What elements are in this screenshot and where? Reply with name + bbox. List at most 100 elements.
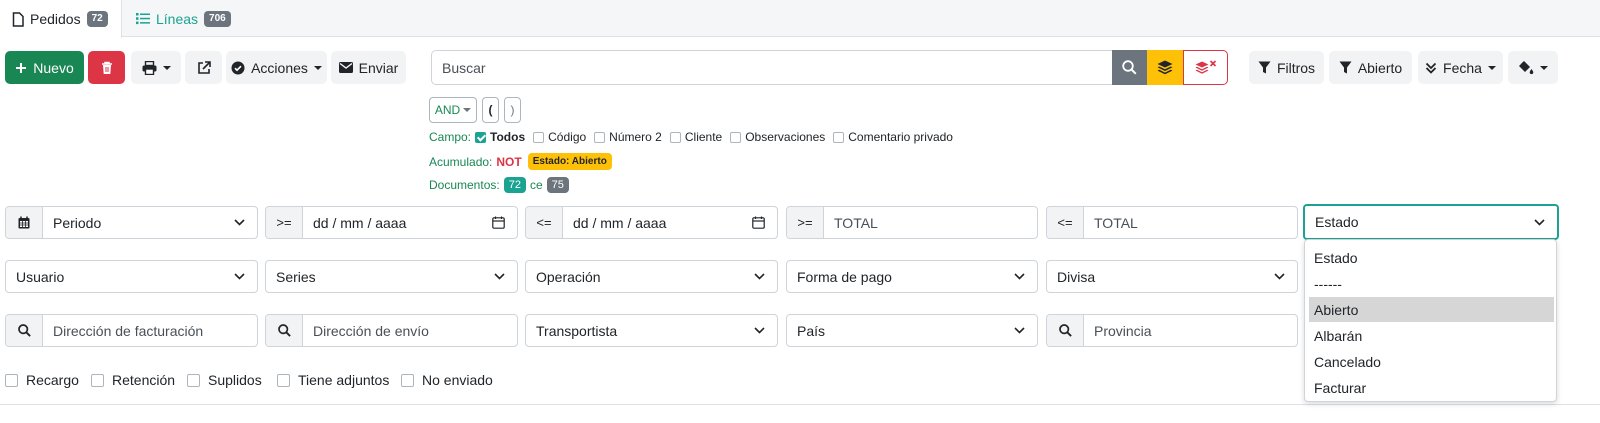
country-select[interactable]: País — [786, 314, 1038, 347]
lte-symbol: <= — [526, 207, 563, 238]
tab-pedidos[interactable]: Pedidos 72 — [0, 0, 122, 38]
filters-button-label: Filtros — [1276, 59, 1316, 76]
tab-lineas[interactable]: Líneas 706 — [124, 0, 243, 37]
status-option-separator: ------ — [1314, 275, 1342, 292]
checkbox-tiene-adjuntos[interactable]: Tiene adjuntos — [277, 372, 389, 388]
close-paren-button[interactable]: ) — [504, 97, 521, 123]
carrier-select[interactable]: Transportista — [525, 314, 778, 347]
field-option-label: Observaciones — [745, 130, 826, 144]
status-option-abierto[interactable]: Abierto — [1309, 297, 1554, 322]
field-checkbox-cliente[interactable] — [669, 131, 681, 143]
total-to-field[interactable]: <= TOTAL — [1046, 206, 1298, 239]
date-to-field[interactable]: <= dd / mm / aaaa — [525, 206, 778, 239]
field-checkbox-observaciones[interactable] — [730, 131, 742, 143]
checkbox-no-enviado[interactable]: No enviado — [401, 372, 493, 388]
layers-icon — [1157, 60, 1173, 75]
calendar-icon[interactable] — [492, 216, 505, 229]
chevron-down-icon — [1014, 327, 1025, 334]
carrier-select-value: Transportista — [536, 322, 618, 339]
documents-total-badge: 75 — [546, 177, 569, 193]
checkbox-box[interactable] — [5, 373, 18, 387]
check-circle-icon — [231, 61, 245, 74]
payment-method-value: Forma de pago — [797, 268, 892, 285]
not-operator[interactable]: NOT — [496, 155, 521, 169]
user-select[interactable]: Usuario — [5, 260, 258, 293]
delete-button[interactable] — [88, 51, 125, 84]
calendar-icon[interactable] — [752, 216, 765, 229]
period-value: Periodo — [53, 214, 102, 231]
search-button[interactable] — [1112, 50, 1147, 85]
checkbox-suplidos[interactable]: Suplidos — [187, 372, 262, 388]
divider — [0, 404, 1600, 405]
gte-symbol: >= — [787, 207, 824, 238]
status-option-facturar[interactable]: Facturar — [1309, 375, 1554, 400]
field-checkbox-codigo[interactable] — [533, 131, 545, 143]
tab-bar: Pedidos 72 Líneas 706 — [0, 0, 1600, 38]
series-select[interactable]: Series — [265, 260, 518, 293]
date-sort-button[interactable]: Fecha — [1418, 51, 1503, 84]
trash-icon — [101, 61, 112, 74]
filters-button[interactable]: Filtros — [1249, 51, 1324, 84]
checkbox-box[interactable] — [91, 373, 104, 387]
paint-bucket-icon — [1519, 61, 1534, 75]
chevron-down-icon — [234, 273, 245, 280]
status-dropdown-menu: Estado ------ Abierto Albarán Cancelado … — [1304, 239, 1557, 402]
checkbox-recargo[interactable]: Recargo — [5, 372, 79, 388]
send-button[interactable]: Enviar — [331, 51, 406, 84]
actions-button[interactable]: Acciones — [226, 51, 327, 84]
date-sort-label: Fecha — [1443, 59, 1482, 76]
search-icon — [6, 315, 43, 346]
open-filter-button[interactable]: Abierto — [1329, 51, 1412, 84]
layers-button[interactable] — [1147, 50, 1183, 85]
funnel-icon — [1258, 61, 1271, 74]
operation-select-value: Operación — [536, 268, 601, 285]
operation-select[interactable]: Operación — [525, 260, 778, 293]
status-option-estado[interactable]: Estado — [1309, 245, 1554, 270]
documents-count-badge: 72 — [503, 177, 526, 193]
tab-lineas-label: Líneas — [156, 10, 199, 27]
status-select[interactable]: Estado — [1303, 204, 1559, 240]
province-field[interactable]: Provincia — [1046, 314, 1298, 347]
clear-filters-button[interactable] — [1183, 50, 1228, 85]
search-input[interactable] — [431, 50, 1112, 85]
checkbox-box[interactable] — [277, 373, 290, 387]
period-select[interactable]: Periodo — [5, 206, 258, 239]
field-option-label: Número 2 — [609, 130, 662, 144]
chevron-down-icon — [754, 327, 765, 334]
date-from-field[interactable]: >= dd / mm / aaaa — [265, 206, 518, 239]
checkbox-box[interactable] — [401, 373, 414, 387]
new-button[interactable]: Nuevo — [5, 51, 84, 84]
color-button[interactable] — [1508, 51, 1558, 84]
checkbox-box[interactable] — [187, 373, 200, 387]
currency-select[interactable]: Divisa — [1046, 260, 1298, 293]
province-placeholder: Provincia — [1094, 322, 1152, 339]
status-filter-badge[interactable]: Estado: Abierto — [527, 153, 612, 170]
and-label: AND — [434, 103, 461, 117]
billing-address-field[interactable]: Dirección de facturación — [5, 314, 258, 347]
country-select-value: País — [797, 322, 826, 339]
open-filter-label: Abierto — [1357, 59, 1403, 76]
field-checkbox-numero2[interactable] — [594, 131, 606, 143]
field-checkbox-comentario[interactable] — [833, 131, 845, 143]
total-from-field[interactable]: >= TOTAL — [786, 206, 1038, 239]
field-option-label: Todos — [490, 130, 526, 144]
print-button[interactable] — [131, 51, 181, 84]
payment-method-select[interactable]: Forma de pago — [786, 260, 1038, 293]
search-icon — [1122, 60, 1137, 75]
open-external-button[interactable] — [185, 51, 222, 84]
and-operator-button[interactable]: AND — [429, 97, 477, 123]
status-option-albaran[interactable]: Albarán — [1309, 323, 1554, 348]
field-selector: Campo: Todos Código Número 2 Cliente Obs… — [429, 130, 957, 144]
field-option-label: Código — [548, 130, 587, 144]
search-group — [431, 50, 1228, 85]
status-option-cancelado[interactable]: Cancelado — [1309, 349, 1554, 374]
checkbox-retencion[interactable]: Retención — [91, 372, 175, 388]
funnel-icon — [1339, 61, 1352, 74]
search-icon — [1047, 315, 1084, 346]
field-checkbox-todos[interactable] — [475, 131, 487, 143]
chevron-down-icon — [234, 219, 245, 226]
shipping-address-field[interactable]: Dirección de envío — [265, 314, 518, 347]
open-paren-button[interactable]: ( — [482, 97, 499, 123]
total-to-placeholder: TOTAL — [1094, 214, 1138, 231]
field-option-label: Cliente — [684, 130, 723, 144]
